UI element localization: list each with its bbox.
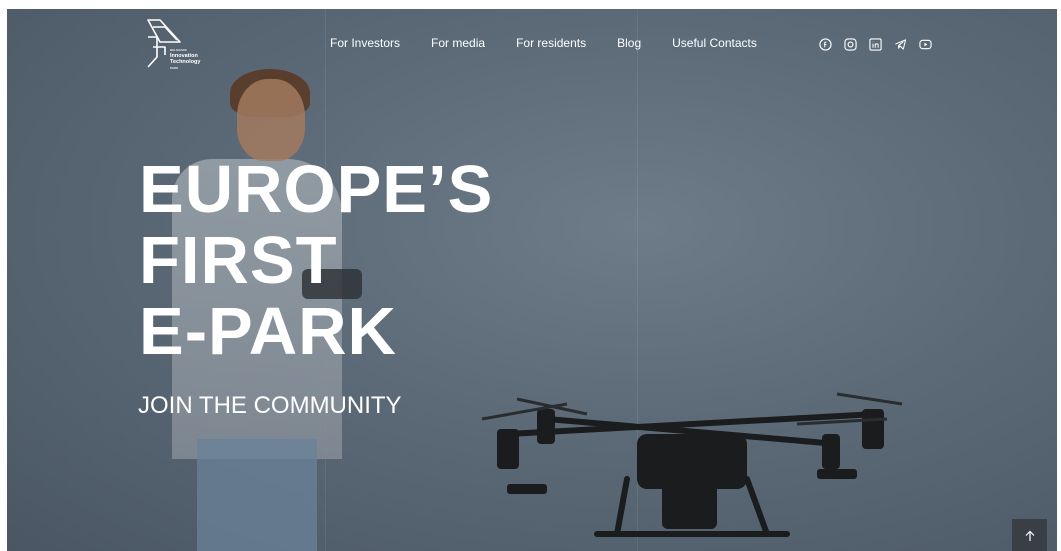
telegram-icon[interactable] [894,38,907,51]
nav-item-for-media[interactable]: For media [431,36,485,50]
nav-item-blog[interactable]: Blog [617,36,641,50]
youtube-icon[interactable] [919,38,932,51]
drone-image [481,392,903,537]
arrow-up-icon [1025,530,1034,541]
hero-title-line: EUROPE’S [139,152,494,227]
hero-title-line: FIRST [139,223,338,298]
facebook-icon[interactable] [819,38,832,51]
scroll-to-top-button[interactable] [1012,519,1047,551]
join-community-link[interactable]: JOIN THE COMMUNITY [138,392,402,420]
logo-line: PARK [170,66,179,70]
hero-title-line: E-PARK [139,294,397,369]
hero-title: EUROPE’S FIRST E-PARK [139,154,493,367]
nav-item-for-investors[interactable]: For Investors [330,36,400,50]
linkedin-icon[interactable] [869,38,882,51]
logo-wordmark: BELGRADE Innovation Technology PARK [170,47,200,71]
nav-item-useful-contacts[interactable]: Useful Contacts [672,36,757,50]
main-nav: For Investors For media For residents Bl… [330,36,757,50]
nav-item-for-residents[interactable]: For residents [516,36,586,50]
social-links [819,38,932,51]
hero-section: BELGRADE Innovation Technology PARK For … [7,9,1057,551]
site-logo[interactable]: BELGRADE Innovation Technology PARK [145,17,210,77]
logo-line: BELGRADE [170,48,187,52]
instagram-icon[interactable] [844,38,857,51]
